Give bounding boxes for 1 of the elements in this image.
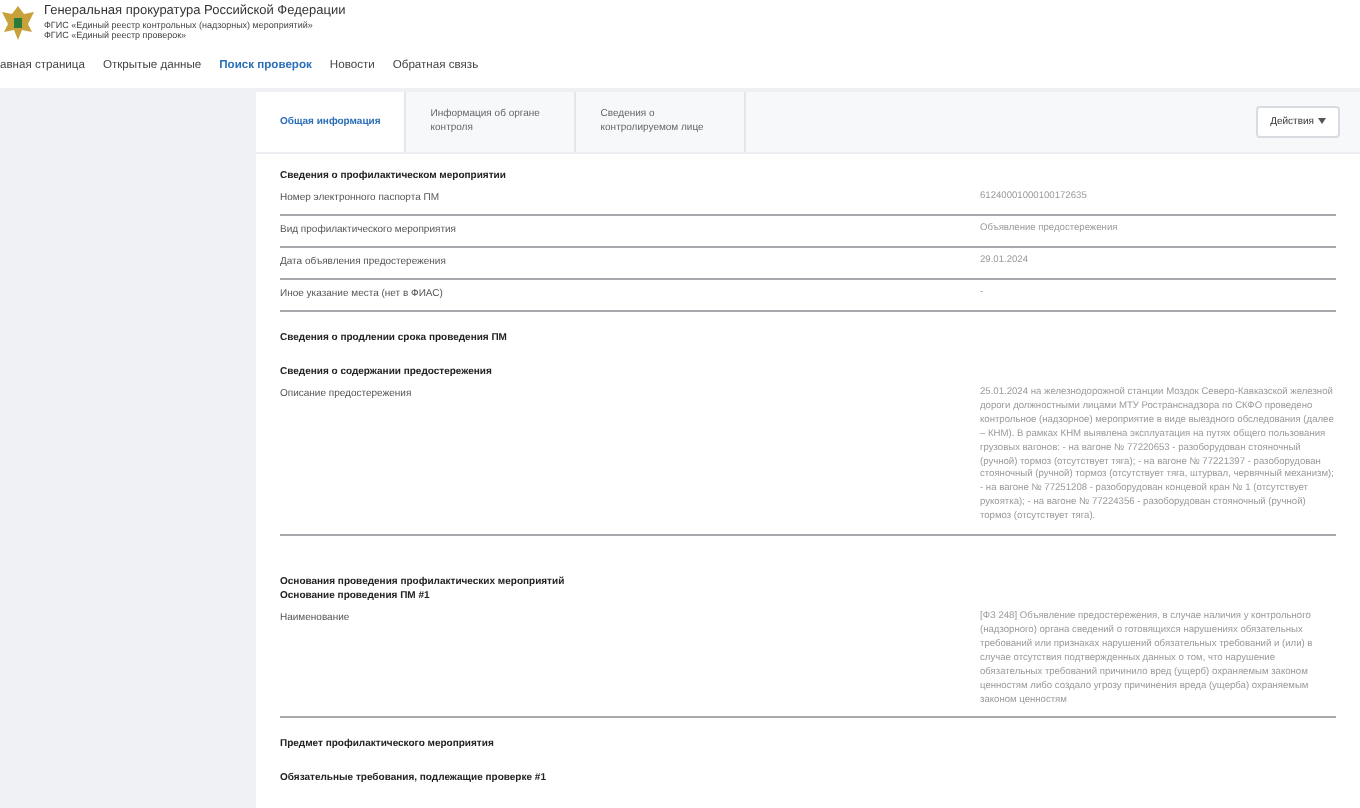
caret-icon [1318,118,1326,124]
